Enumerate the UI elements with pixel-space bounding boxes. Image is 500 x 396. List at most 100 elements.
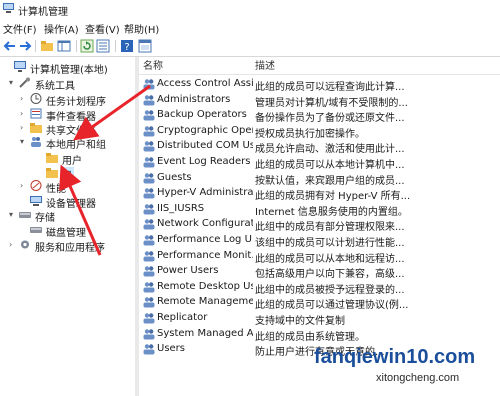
group-icon [143,219,155,230]
device-manager-icon [30,196,42,206]
folder-icon [46,168,58,178]
tree-item-label: 本地用户和组 [46,140,106,151]
group-row[interactable]: Replicator 支持域中的文件复制 [139,310,500,327]
tree-item-label: 设备管理器 [46,199,96,210]
group-icon [143,344,155,355]
event-viewer-icon [30,108,42,119]
group-name: Remote Manageme... [157,296,253,308]
tools-icon [19,77,30,88]
group-row[interactable]: Backup Operators 备份操作员为了备份或还原文件... [139,107,500,124]
clock-icon [30,93,42,104]
group-icon [143,235,155,246]
group-name: Administrators [157,93,231,105]
disk-icon [30,227,42,233]
group-row[interactable]: Performance Monit... 此组的成员可以从本地和远程访... [139,248,500,265]
computer-icon [14,61,26,72]
group-row[interactable]: Remote Manageme...此组的成员可以通过管理协议(例... [139,294,500,311]
back-icon[interactable] [3,39,17,53]
group-row[interactable]: Administrators 管理员对计算机/域有不受限制的... [139,92,500,109]
tree-item-label: 性能 [46,184,66,195]
help-icon[interactable]: ? [120,39,134,53]
group-name: Hyper-V Administra... [157,187,253,199]
storage-icon [19,212,31,218]
menu-file[interactable]: 文件(F) [3,21,37,36]
group-icon [143,188,155,199]
group-row[interactable]: Power Users 包括高级用户以向下兼容，高级... [139,263,500,280]
group-name: Cryptographic Oper... [157,124,253,136]
menu-action[interactable]: 操作(A) [44,21,79,36]
group-name: System Managed A... [157,327,253,339]
show-hide-tree-icon[interactable] [57,39,71,53]
toolbar-separator [115,40,116,52]
menu-view[interactable]: 查看(V) [85,21,120,36]
expand-toggle[interactable]: ▾ [9,78,17,87]
group-row[interactable]: Event Log Readers 此组的成员可以从本地计算机中... [139,154,500,171]
tree-item-label: 计算机管理(本地) [30,65,108,76]
group-name: Access Control Assi... [157,78,253,89]
group-icon [143,157,155,168]
header-divider [139,74,500,75]
folder-icon [46,153,58,163]
group-name: Performance Log U... [157,234,253,245]
watermark-sub: xitongcheng.com [376,372,460,384]
expand-toggle[interactable]: › [20,181,28,190]
shared-folder-icon [30,123,42,133]
export-list-icon[interactable] [96,39,110,53]
group-name: Users [157,343,186,355]
performance-icon [30,180,42,191]
expand-toggle[interactable]: › [20,94,28,103]
toolbar-separator [76,40,77,52]
group-icon [143,94,155,106]
expand-toggle[interactable]: › [20,109,28,118]
services-icon [21,240,29,249]
group-icon [143,126,155,137]
watermark: fanqiewin10.com xitongcheng.com [306,346,496,392]
expand-toggle[interactable]: ▾ [20,137,28,146]
group-row[interactable]: System Managed A... 此组的成员由系统管理。 [139,326,500,343]
group-row[interactable]: Cryptographic Oper...授权成员执行加密操作。 [139,123,500,140]
menu-bar: 文件(F) 操作(A) 查看(V) 帮助(H) [0,19,500,36]
expand-toggle[interactable]: › [9,240,17,249]
up-folder-icon[interactable] [40,39,54,53]
group-icon [143,204,155,215]
refresh-icon[interactable] [80,39,94,53]
forward-icon[interactable] [18,39,32,53]
navigation-tree: 计算机管理(本地) ▾ 系统工具 › 任务计划程序 › 事件查看器 › 共享文件夹 ▾ 本地用户和组… [0,57,135,396]
group-row[interactable]: Distributed COM Us...成员允许启动、激活和使用此计... [139,138,500,155]
group-row[interactable]: Guests 按默认值，来宾跟用户组的成员... [139,170,500,187]
group-row[interactable]: Network Configurat...此组中的成员有部分管理权限来... [139,216,500,233]
group-row[interactable]: Remote Desktop Us...此组中的成员被授予远程登录的... [139,279,500,296]
group-icon [143,328,155,340]
tree-item-label: 用户 [62,156,82,167]
title-bar: 计算机管理 [0,0,500,18]
column-header-description[interactable]: 描述 [255,57,275,73]
group-icon [143,297,155,308]
group-icon [143,313,155,324]
group-name: IIS_IUSRS [157,202,205,214]
group-name: Network Configurat... [157,218,253,230]
tree-item-label: 系统工具 [35,81,75,92]
group-name: Event Log Readers [157,156,251,167]
toolbar-separator [35,40,36,52]
group-icon [143,172,155,184]
expand-toggle[interactable]: ▾ [9,210,17,219]
group-row[interactable]: Performance Log U... 该组中的成员可以计划进行性能... [139,232,500,249]
group-name: Performance Monit... [157,249,253,261]
group-name: Power Users [157,265,219,277]
expand-toggle[interactable]: › [20,123,28,132]
group-name: Guests [157,171,192,183]
computer-management-icon [3,3,14,13]
group-row[interactable]: IIS_IUSRS Internet 信息服务使用的内置组。 [139,201,500,218]
tree-item-label: 事件查看器 [46,112,96,123]
group-name: Replicator [157,312,208,323]
svg-text:?: ? [124,42,129,53]
tree-item-label: 存储 [35,213,55,224]
group-row[interactable]: Access Control Assi... 此组的成员可以远程查询此计算... [139,76,500,93]
menu-help[interactable]: 帮助(H) [124,21,159,36]
column-header-name[interactable]: 名称 [143,57,163,73]
group-row[interactable]: Hyper-V Administra... 此组的成员拥有对 Hyper-V 所有… [139,185,500,202]
group-icon [143,266,155,277]
properties-icon[interactable] [138,39,152,53]
tree-item-label: 共享文件夹 [46,126,96,137]
group-icon [143,110,155,121]
